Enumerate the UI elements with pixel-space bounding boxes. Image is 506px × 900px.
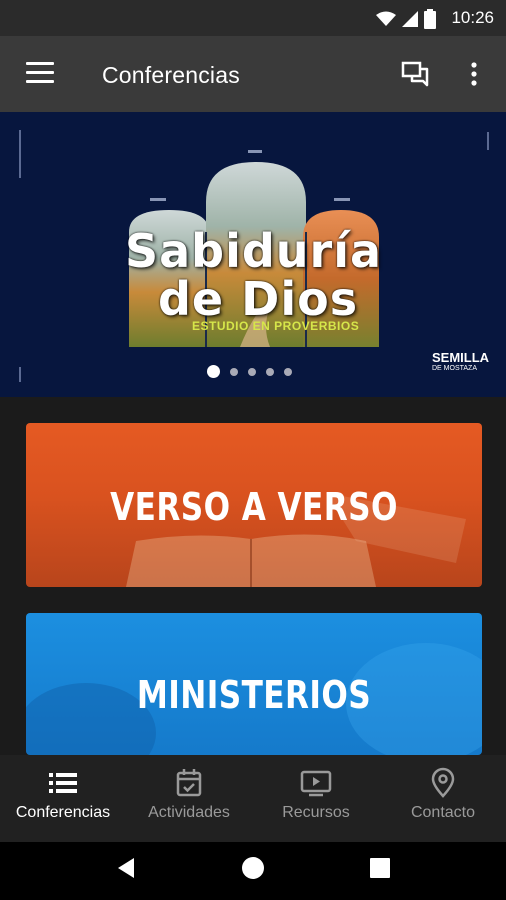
back-icon[interactable] [114,856,138,880]
status-time: 10:26 [451,8,494,27]
signal-icon [402,11,418,27]
menu-icon-line [26,80,54,83]
brand-logo: SEMILLA DE MOSTAZA [432,351,489,374]
carousel-dot[interactable] [284,367,292,376]
bottom-navigation: Conferencias Actividades Recursos Contac… [0,755,506,842]
video-play-icon [300,770,332,797]
status-icons [376,9,436,29]
menu-icon [26,62,54,65]
more-vert-icon [471,62,477,86]
banner-carousel[interactable]: Sabiduría de Dios ESTUDIO EN PROVERBIOS … [0,112,506,397]
banner-title-line2: de Dios [158,272,359,326]
calendar-check-icon [176,769,202,797]
nav-label: Actividades [148,804,230,821]
banner-title-line1: Sabiduría [125,224,383,278]
nav-label: Conferencias [15,804,111,821]
page-title: Conferencias [102,62,240,88]
more-options-button[interactable] [462,58,486,90]
list-icon [49,773,77,793]
nav-contacto[interactable]: Contacto [380,755,506,842]
location-pin-icon [431,767,455,798]
home-icon[interactable] [241,856,265,880]
menu-icon-line [26,71,54,74]
recents-icon[interactable] [368,856,392,880]
carousel-indicators [207,365,292,378]
chat-button[interactable] [400,58,432,90]
ministerios-card[interactable]: MINISTERIOS [26,613,482,755]
menu-button[interactable] [26,62,54,84]
wifi-icon [376,11,396,26]
banner-subtitle: ESTUDIO EN PROVERBIOS [192,319,360,333]
nav-label: Contacto [410,804,476,821]
verso-a-verso-label: VERSO A VERSO [110,485,398,529]
nav-conferencias[interactable]: Conferencias [0,755,126,842]
carousel-dot[interactable] [207,365,220,378]
battery-icon [424,9,436,29]
ministerios-label: MINISTERIOS [136,673,372,717]
status-bar: 10:26 [0,0,506,36]
system-navigation-bar [0,842,506,900]
nav-actividades[interactable]: Actividades [126,755,252,842]
carousel-dot[interactable] [230,367,238,376]
nav-label: Recursos [282,804,350,821]
chat-icon [401,61,429,87]
app-bar: Conferencias [0,36,506,112]
carousel-dot[interactable] [248,367,256,376]
carousel-dot[interactable] [266,367,274,376]
verso-a-verso-card[interactable]: VERSO A VERSO [26,423,482,587]
nav-recursos[interactable]: Recursos [253,755,379,842]
